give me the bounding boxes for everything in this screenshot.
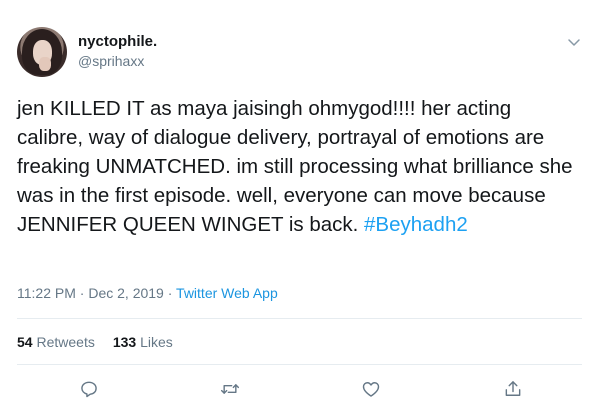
retweet-icon <box>220 384 240 394</box>
share-button[interactable] <box>503 379 523 399</box>
tweet-source-link[interactable]: Twitter Web App <box>176 285 278 301</box>
avatar[interactable] <box>17 27 67 77</box>
tweet-date[interactable]: Dec 2, 2019 <box>88 285 164 301</box>
retweets-stat[interactable]: 54 Retweets <box>17 334 95 350</box>
reply-icon <box>81 381 97 398</box>
meta-separator: · <box>163 285 177 301</box>
user-handle[interactable]: @sprihaxx <box>78 53 144 69</box>
divider <box>17 364 582 365</box>
likes-label: Likes <box>140 334 173 350</box>
tweet-meta: 11:22 PM · Dec 2, 2019 · Twitter Web App <box>17 285 278 301</box>
tweet-card: nyctophile. @sprihaxx jen KILLED IT as m… <box>0 0 593 412</box>
likes-stat[interactable]: 133 Likes <box>113 334 173 350</box>
avatar-hand <box>39 57 51 71</box>
tweet-time[interactable]: 11:22 PM <box>17 285 76 301</box>
reply-button[interactable] <box>79 379 99 399</box>
tweet-text: jen KILLED IT as maya jaisingh ohmygod!!… <box>17 94 582 239</box>
retweet-button[interactable] <box>220 379 240 399</box>
likes-count: 133 <box>112 334 137 350</box>
chevron-down-icon[interactable] <box>566 34 582 50</box>
hashtag-link[interactable]: #Beyhadh2 <box>364 213 468 236</box>
meta-separator: · <box>75 285 89 301</box>
share-icon <box>505 381 521 396</box>
heart-icon <box>362 382 380 397</box>
display-name[interactable]: nyctophile. <box>78 33 157 50</box>
divider <box>17 318 582 319</box>
tweet-body: jen KILLED IT as maya jaisingh ohmygod!!… <box>17 97 573 236</box>
like-button[interactable] <box>361 379 381 399</box>
retweets-count: 54 <box>17 334 33 350</box>
retweets-label: Retweets <box>36 334 95 350</box>
tweet-stats: 54 Retweets 133 Likes <box>17 334 173 350</box>
